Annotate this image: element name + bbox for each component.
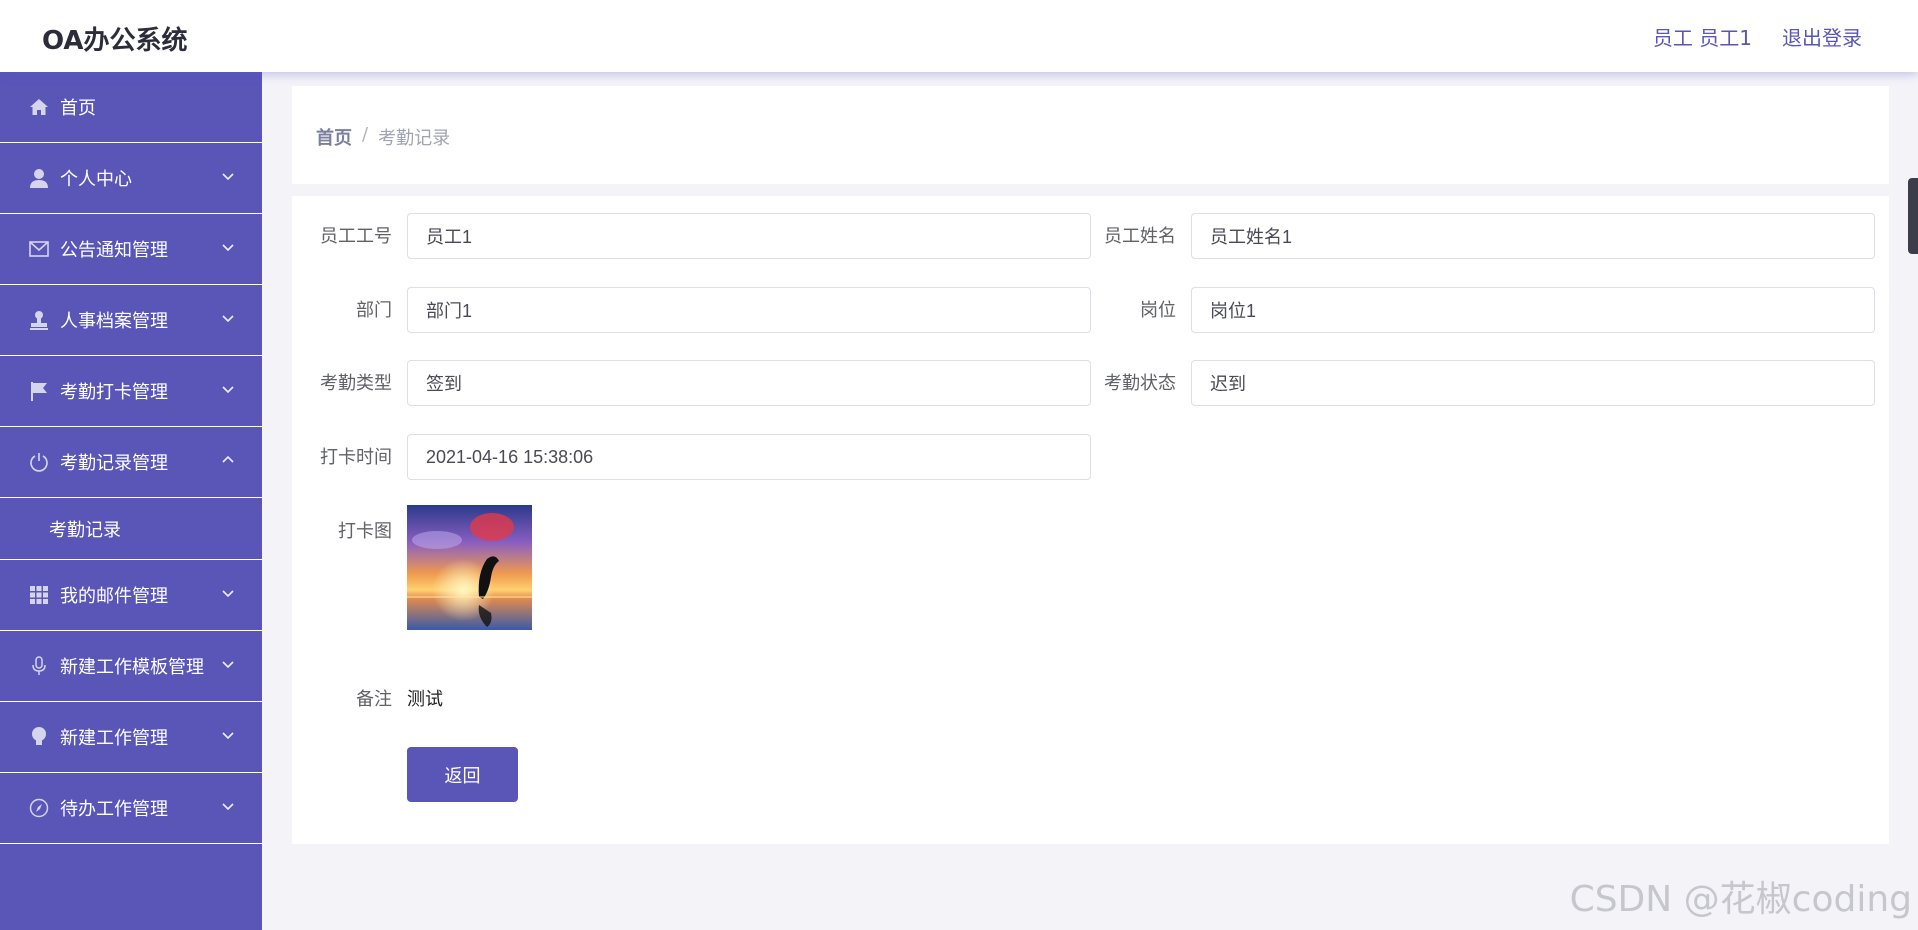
sidebar-item-label: 新建工作模板管理 bbox=[60, 657, 204, 678]
sidebar-item-label: 考勤打卡管理 bbox=[60, 382, 168, 403]
chevron-down-icon bbox=[222, 661, 234, 669]
microphone-icon bbox=[28, 655, 50, 677]
sidebar-item-label: 考勤记录管理 bbox=[60, 453, 168, 474]
chevron-up-icon bbox=[222, 455, 234, 463]
sidebar-item-new-work[interactable]: 新建工作管理 bbox=[0, 702, 262, 773]
department-label: 部门 bbox=[356, 300, 392, 321]
logout-link[interactable]: 退出登录 bbox=[1782, 22, 1862, 51]
sidebar: 首页 个人中心 公告通知管理 人事档案管理 考勤打卡管理 考勤记录管理 考勤记录… bbox=[0, 72, 262, 930]
sidebar-item-todo-work[interactable]: 待办工作管理 bbox=[0, 773, 262, 844]
breadcrumb: 首页 / 考勤记录 bbox=[316, 124, 450, 150]
attendance-type-label: 考勤类型 bbox=[320, 373, 392, 394]
sidebar-item-label: 新建工作管理 bbox=[60, 728, 168, 749]
sidebar-item-hr-archive[interactable]: 人事档案管理 bbox=[0, 285, 262, 356]
attendance-detail-form: 员工工号 员工1 员工姓名 员工姓名1 部门 部门1 岗位 岗位1 考勤类型 签… bbox=[292, 196, 1889, 844]
chevron-down-icon bbox=[222, 590, 234, 598]
page-scrollbar[interactable] bbox=[1908, 178, 1918, 254]
compass-icon bbox=[28, 797, 50, 819]
remark-value: 测试 bbox=[407, 689, 443, 710]
user-icon bbox=[28, 167, 50, 189]
header-user-area: 员工 员工1 退出登录 bbox=[1653, 22, 1862, 51]
chevron-down-icon bbox=[222, 732, 234, 740]
punch-time-label: 打卡时间 bbox=[320, 447, 392, 468]
current-user-label[interactable]: 员工 员工1 bbox=[1653, 22, 1752, 51]
punch-photo-image[interactable] bbox=[407, 505, 532, 630]
remark-label: 备注 bbox=[356, 689, 392, 710]
employee-name-field[interactable]: 员工姓名1 bbox=[1191, 213, 1875, 259]
breadcrumb-current: 考勤记录 bbox=[378, 128, 451, 149]
department-field[interactable]: 部门1 bbox=[407, 287, 1091, 333]
breadcrumb-home[interactable]: 首页 bbox=[316, 124, 352, 150]
stamp-icon bbox=[28, 309, 50, 331]
bulb-icon bbox=[28, 726, 50, 748]
breadcrumb-separator: / bbox=[362, 124, 369, 145]
sidebar-item-attendance-punch[interactable]: 考勤打卡管理 bbox=[0, 356, 262, 427]
chevron-down-icon bbox=[222, 244, 234, 252]
sidebar-item-label: 我的邮件管理 bbox=[60, 586, 168, 607]
app-title: OA办公系统 bbox=[42, 26, 188, 56]
sidebar-item-notice[interactable]: 公告通知管理 bbox=[0, 214, 262, 285]
chevron-down-icon bbox=[222, 173, 234, 181]
punch-time-field[interactable]: 2021-04-16 15:38:06 bbox=[407, 434, 1091, 480]
position-field[interactable]: 岗位1 bbox=[1191, 287, 1875, 333]
attendance-status-field[interactable]: 迟到 bbox=[1191, 360, 1875, 406]
sidebar-item-my-mail[interactable]: 我的邮件管理 bbox=[0, 560, 262, 631]
sidebar-item-attendance-record[interactable]: 考勤记录管理 bbox=[0, 427, 262, 498]
grid-icon bbox=[28, 584, 50, 606]
sidebar-subitem-attendance-record[interactable]: 考勤记录 bbox=[0, 498, 262, 560]
position-label: 岗位 bbox=[1140, 300, 1176, 321]
sidebar-item-personal-center[interactable]: 个人中心 bbox=[0, 143, 262, 214]
sidebar-item-label: 首页 bbox=[60, 98, 96, 119]
top-header: OA办公系统 员工 员工1 退出登录 bbox=[0, 0, 1918, 72]
chevron-down-icon bbox=[222, 803, 234, 811]
sidebar-item-label: 个人中心 bbox=[60, 169, 132, 190]
sidebar-item-label: 待办工作管理 bbox=[60, 799, 168, 820]
employee-no-field[interactable]: 员工1 bbox=[407, 213, 1091, 259]
sidebar-item-home[interactable]: 首页 bbox=[0, 72, 262, 143]
sidebar-item-label: 公告通知管理 bbox=[60, 240, 168, 261]
sidebar-item-work-template[interactable]: 新建工作模板管理 bbox=[0, 631, 262, 702]
sidebar-item-label: 人事档案管理 bbox=[60, 311, 168, 332]
back-button[interactable]: 返回 bbox=[407, 747, 518, 802]
attendance-type-field[interactable]: 签到 bbox=[407, 360, 1091, 406]
flag-icon bbox=[28, 380, 50, 402]
home-icon bbox=[28, 96, 50, 118]
chevron-down-icon bbox=[222, 386, 234, 394]
chevron-down-icon bbox=[222, 315, 234, 323]
mail-icon bbox=[28, 238, 50, 260]
employee-no-label: 员工工号 bbox=[320, 226, 392, 247]
power-icon bbox=[28, 451, 50, 473]
employee-name-label: 员工姓名 bbox=[1104, 226, 1176, 247]
watermark: CSDN @花椒coding bbox=[1569, 879, 1912, 920]
breadcrumb-card: 首页 / 考勤记录 bbox=[292, 86, 1889, 184]
punch-photo-label: 打卡图 bbox=[338, 521, 392, 542]
attendance-status-label: 考勤状态 bbox=[1104, 373, 1176, 394]
